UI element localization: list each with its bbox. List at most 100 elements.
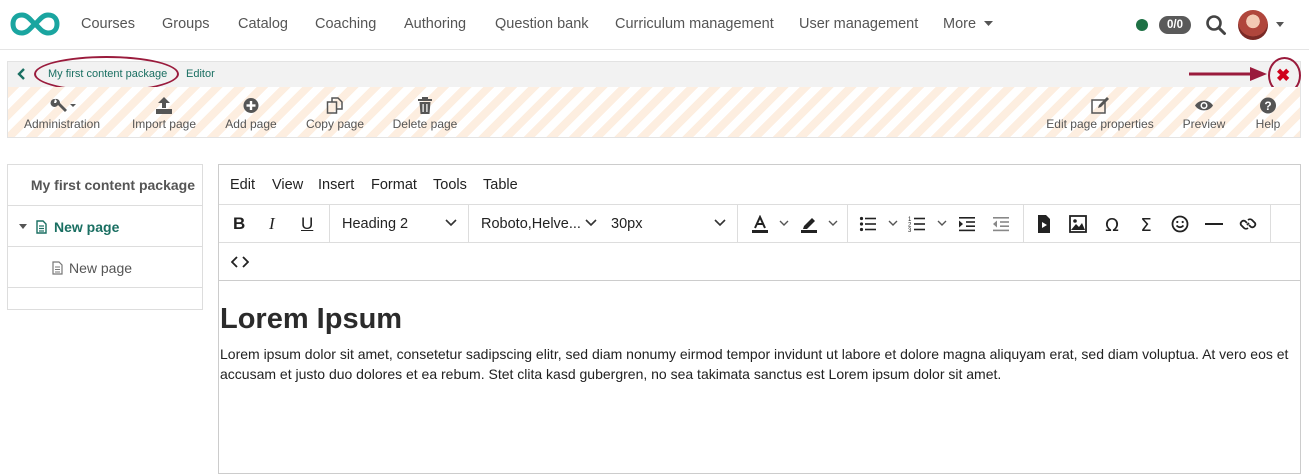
editor-content-area[interactable]: Lorem Ipsum Lorem ipsum dolor sit amet, …	[219, 281, 1300, 384]
italic-button[interactable]: I	[269, 214, 275, 234]
help-button[interactable]: ? Help	[1250, 87, 1286, 137]
edit-page-properties-label: Edit page properties	[1046, 117, 1154, 131]
tree-item-new-page[interactable]: New page	[8, 206, 202, 247]
tree-title[interactable]: My first content package	[8, 165, 202, 206]
rich-text-editor: Edit View Insert Format Tools Table B I …	[218, 164, 1301, 474]
underline-button[interactable]: U	[301, 214, 313, 234]
numbered-list-icon: 1 2 3	[908, 217, 925, 233]
chat-count-badge[interactable]: 0/0	[1159, 16, 1191, 34]
openolat-logo[interactable]	[9, 11, 61, 37]
breadcrumb-editor[interactable]: Editor	[186, 68, 215, 80]
tree-item-new-page-child[interactable]: New page	[8, 247, 202, 288]
import-page-button[interactable]: Import page	[126, 87, 202, 137]
online-status-dot	[1136, 19, 1148, 31]
search-icon[interactable]	[1205, 14, 1227, 36]
menu-view[interactable]: View	[272, 177, 303, 193]
outdent-button[interactable]	[984, 205, 1018, 243]
menu-edit[interactable]: Edit	[230, 177, 255, 193]
editor-toolbar: Administration Import page Add page Copy…	[7, 87, 1301, 138]
font-family-select[interactable]: Roboto,Helve...	[469, 205, 599, 243]
add-page-button[interactable]: Add page	[220, 87, 282, 137]
svg-text:?: ?	[1264, 99, 1271, 113]
insert-link-button[interactable]	[1231, 205, 1265, 243]
font-family-value: Roboto,Helve...	[481, 216, 581, 232]
nav-courses[interactable]: Courses	[81, 16, 135, 32]
menu-format[interactable]: Format	[371, 177, 417, 193]
caret-down-icon	[984, 21, 994, 27]
nav-question-bank[interactable]: Question bank	[495, 16, 589, 32]
trash-icon	[418, 97, 432, 114]
link-icon	[1239, 218, 1257, 230]
administration-button[interactable]: Administration	[16, 87, 108, 137]
insert-image-button[interactable]	[1061, 205, 1095, 243]
nav-catalog[interactable]: Catalog	[238, 16, 288, 32]
emoji-button[interactable]	[1163, 205, 1197, 243]
horizontal-line-icon	[1205, 223, 1223, 225]
highlight-color-button[interactable]	[792, 205, 826, 243]
format-toolbar-row-2	[219, 243, 1300, 281]
upload-icon	[156, 97, 172, 114]
nav-more-label: More	[943, 16, 977, 32]
copy-icon	[326, 97, 343, 114]
edit-icon	[1091, 97, 1109, 114]
chevron-down-icon[interactable]	[779, 220, 789, 227]
toolbar-separator	[1270, 205, 1271, 243]
nav-groups[interactable]: Groups	[162, 16, 210, 32]
chevron-down-icon[interactable]	[937, 220, 947, 227]
delete-page-button[interactable]: Delete page	[388, 87, 462, 137]
administration-label: Administration	[23, 117, 101, 131]
user-avatar[interactable]	[1238, 10, 1268, 40]
media-file-icon	[1038, 215, 1050, 233]
breadcrumb-content-package[interactable]: My first content package	[48, 68, 167, 80]
document-icon	[36, 220, 47, 234]
bold-button[interactable]: B	[233, 214, 245, 234]
text-color-icon	[752, 215, 768, 233]
special-character-button[interactable]: Ω	[1095, 205, 1129, 243]
nav-curriculum-management[interactable]: Curriculum management	[615, 16, 774, 32]
import-page-label: Import page	[131, 117, 197, 131]
source-code-button[interactable]	[223, 243, 257, 281]
annotation-arrow-icon	[1189, 67, 1267, 81]
plus-circle-icon	[243, 98, 259, 113]
delete-page-label: Delete page	[392, 117, 458, 131]
text-color-button[interactable]	[743, 205, 777, 243]
formula-button[interactable]: Σ	[1129, 205, 1163, 243]
menu-tools[interactable]: Tools	[433, 177, 467, 193]
edit-page-properties-button[interactable]: Edit page properties	[1043, 87, 1157, 137]
nav-user-management[interactable]: User management	[799, 16, 918, 32]
svg-text:3: 3	[908, 228, 912, 233]
eye-icon	[1195, 100, 1213, 111]
font-size-select[interactable]: 30px	[599, 205, 737, 243]
highlighter-icon	[801, 218, 817, 233]
page-tree: My first content package New page New pa…	[7, 164, 203, 310]
tree-item-label: New page	[69, 260, 133, 276]
chevron-down-icon[interactable]	[828, 220, 838, 227]
nav-more[interactable]: More	[943, 16, 994, 32]
preview-button[interactable]: Preview	[1179, 87, 1229, 137]
close-editor-icon[interactable]: ✖	[1276, 67, 1290, 84]
code-icon	[231, 256, 249, 268]
chevron-down-icon	[445, 219, 457, 227]
indent-button[interactable]	[950, 205, 984, 243]
tree-item-label: New page	[54, 219, 120, 235]
avatar-caret-icon[interactable]	[1276, 22, 1284, 27]
nav-authoring[interactable]: Authoring	[404, 16, 466, 32]
block-format-select[interactable]: Heading 2	[330, 205, 468, 243]
back-chevron-icon[interactable]	[17, 68, 27, 80]
menu-insert[interactable]: Insert	[318, 177, 354, 193]
numbered-list-button[interactable]: 1 2 3	[900, 205, 934, 243]
svg-text:Σ: Σ	[1140, 215, 1151, 233]
toolbar-separator	[847, 205, 848, 243]
insert-media-button[interactable]	[1027, 205, 1061, 243]
image-icon	[1069, 215, 1087, 233]
menu-table[interactable]: Table	[483, 177, 518, 193]
editor-menubar: Edit View Insert Format Tools Table	[219, 165, 1300, 205]
content-paragraph: Lorem ipsum dolor sit amet, consetetur s…	[220, 346, 1289, 382]
copy-page-button[interactable]: Copy page	[300, 87, 370, 137]
bullet-list-button[interactable]	[851, 205, 885, 243]
expand-caret-icon[interactable]	[19, 224, 27, 229]
chevron-down-icon[interactable]	[888, 220, 898, 227]
horizontal-rule-button[interactable]	[1197, 205, 1231, 243]
toolbar-separator	[737, 205, 738, 243]
nav-coaching[interactable]: Coaching	[315, 16, 376, 32]
